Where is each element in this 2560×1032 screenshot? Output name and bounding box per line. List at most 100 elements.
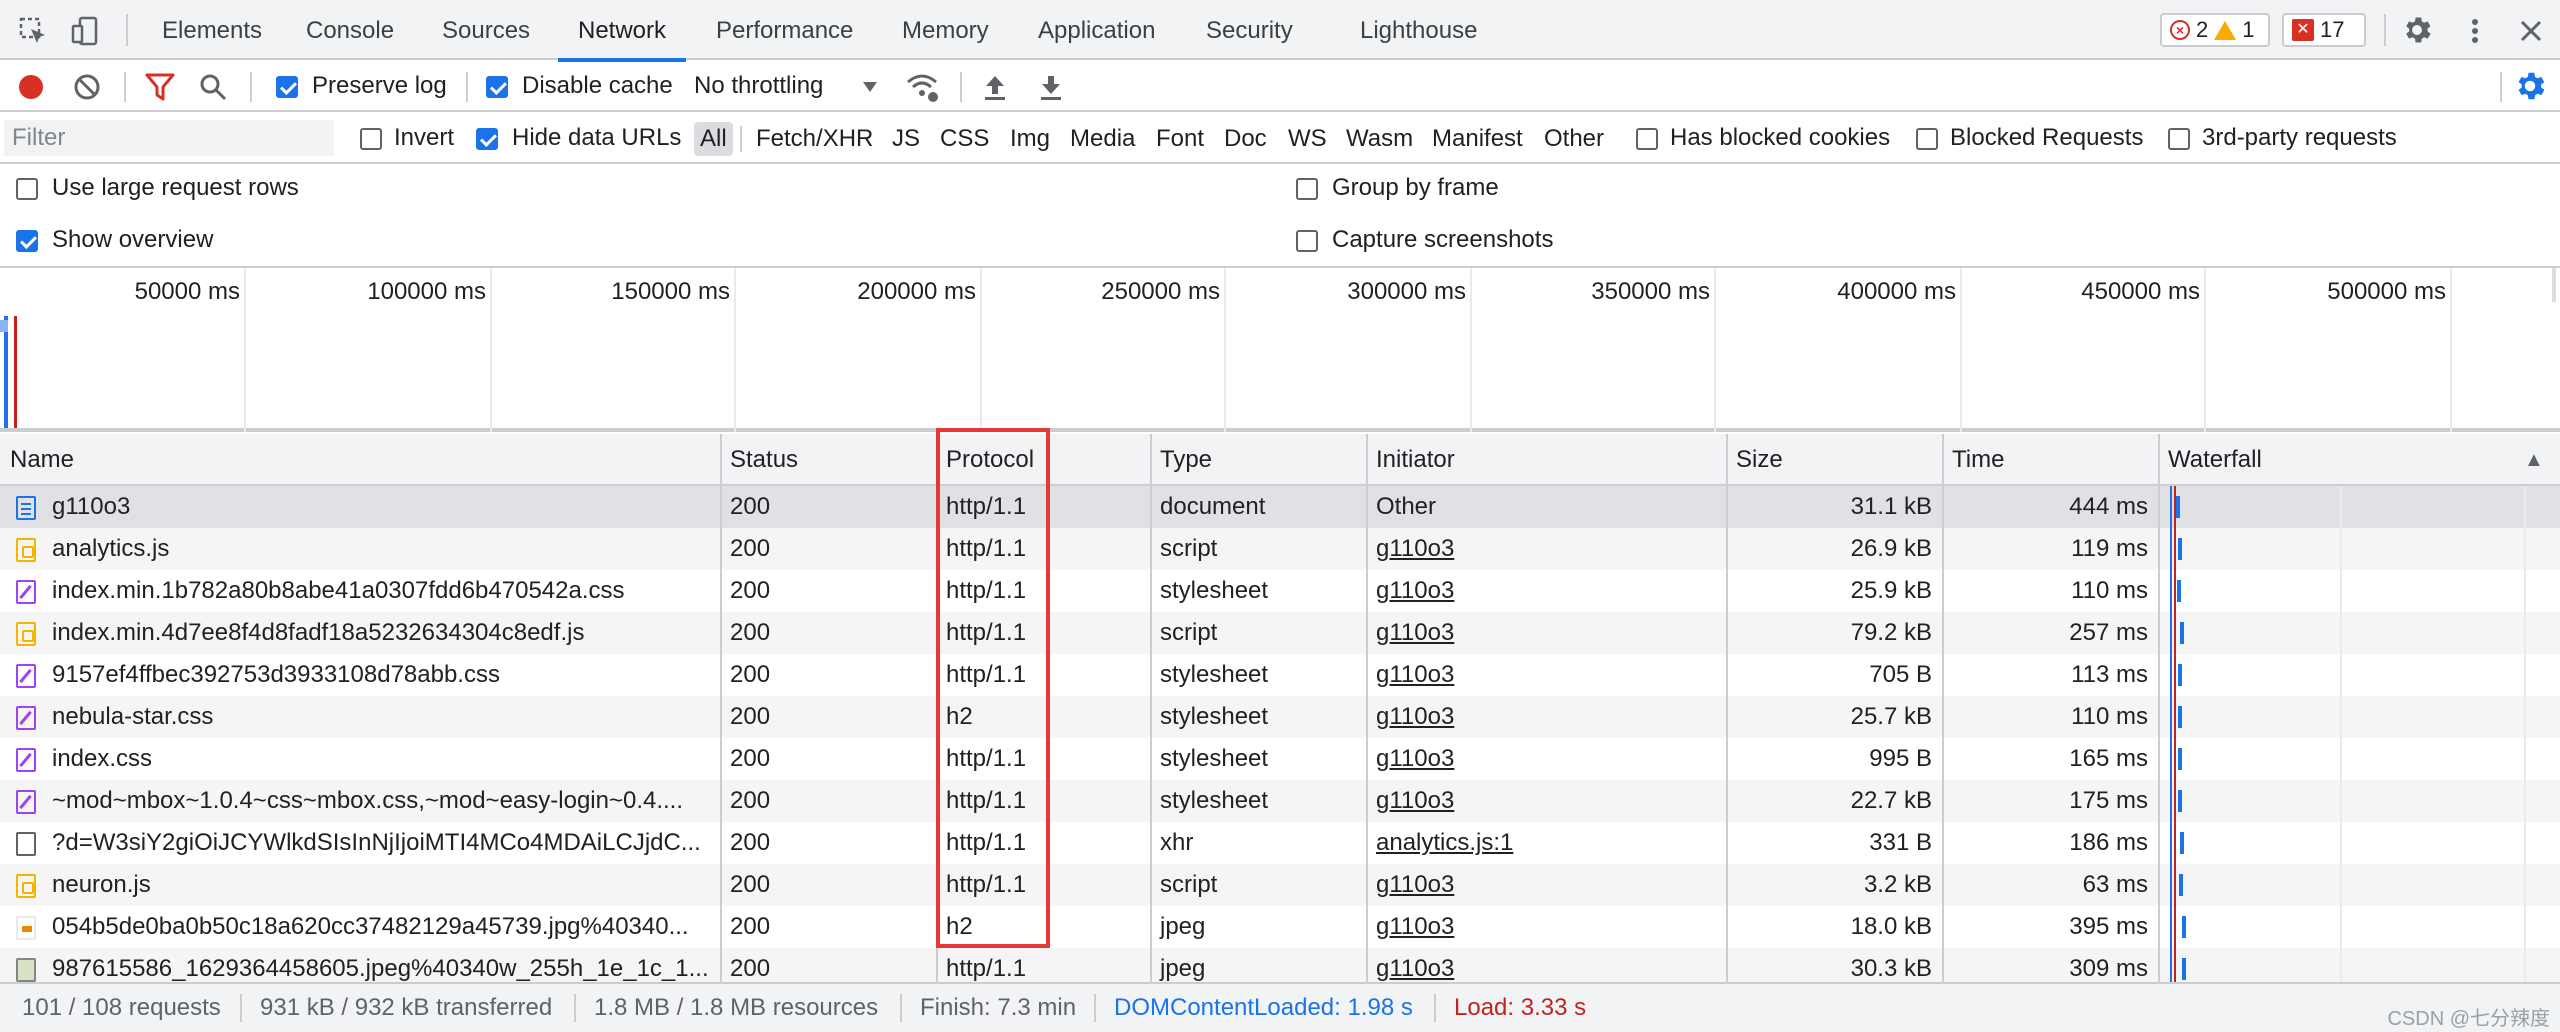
table-row[interactable]: g110o3 200 http/1.1 document Other 31.1 kB 444… <box>0 486 2560 528</box>
settings-gear-icon[interactable] <box>2400 13 2434 47</box>
inspect-element-icon[interactable] <box>18 16 48 46</box>
request-initiator[interactable]: g110o3 <box>1366 570 1726 612</box>
request-initiator[interactable]: g110o3 <box>1366 864 1726 906</box>
table-row[interactable]: neuron.js 200 http/1.1 script g110o3 3.2 kB 63… <box>0 864 2560 906</box>
table-row[interactable]: 054b5de0ba0b50c18a620cc37482129a45739.jp… <box>0 906 2560 948</box>
request-initiator[interactable]: g110o3 <box>1366 528 1726 570</box>
table-row[interactable]: ?d=W3siY2giOiJCYWlkdSIsInNjIjoiMTI4MCo4M… <box>0 822 2560 864</box>
tab-lighthouse[interactable]: Lighthouse <box>1360 0 1477 60</box>
request-initiator[interactable]: g110o3 <box>1366 612 1726 654</box>
device-toolbar-icon[interactable] <box>70 16 100 46</box>
table-row[interactable]: 9157ef4ffbec392753d3933108d78abb.css 200 h… <box>0 654 2560 696</box>
type-filter-other[interactable]: Other <box>1544 122 1604 156</box>
type-filter-ws[interactable]: WS <box>1288 122 1327 156</box>
table-row[interactable]: index.min.1b782a80b8abe41a0307fdd6b47054… <box>0 570 2560 612</box>
request-initiator[interactable]: g110o3 <box>1366 696 1726 738</box>
column-divider[interactable] <box>1366 434 1368 984</box>
column-divider[interactable] <box>1942 434 1944 984</box>
tab-sources[interactable]: Sources <box>442 0 530 60</box>
capture-screenshots-checkbox[interactable] <box>1296 230 1318 252</box>
column-header-protocol[interactable]: Protocol <box>936 434 1150 486</box>
throttling-select[interactable]: No throttling <box>694 72 823 100</box>
large-rows-checkbox[interactable] <box>16 178 38 200</box>
sort-ascending-icon[interactable]: ▲ <box>2514 434 2554 486</box>
tab-security[interactable]: Security <box>1206 0 1293 60</box>
column-divider[interactable] <box>720 434 722 984</box>
group-by-frame-checkbox[interactable] <box>1296 178 1318 200</box>
tab-application[interactable]: Application <box>1038 0 1155 60</box>
tab-memory[interactable]: Memory <box>902 0 989 60</box>
request-protocol: http/1.1 <box>946 619 1027 646</box>
issues-badge[interactable]: ✕ 17 <box>2282 13 2366 47</box>
type-filter-font[interactable]: Font <box>1156 122 1204 156</box>
table-row[interactable]: index.css 200 http/1.1 stylesheet g110o3 995 … <box>0 738 2560 780</box>
large-rows-label: Use large request rows <box>52 174 299 201</box>
more-options-icon[interactable] <box>2460 16 2490 46</box>
filter-input[interactable] <box>4 120 334 156</box>
table-row[interactable]: nebula-star.css 200 h2 stylesheet g110o3 25.7… <box>0 696 2560 738</box>
column-header-time[interactable]: Time <box>1942 434 2158 486</box>
chevron-down-icon[interactable] <box>860 78 880 96</box>
network-overview[interactable]: 50000 ms 100000 ms 150000 ms 200000 ms 2… <box>0 268 2560 432</box>
request-initiator[interactable]: analytics.js:1 <box>1366 822 1726 864</box>
overview-scroll-handle[interactable] <box>2552 268 2556 302</box>
type-filter-doc[interactable]: Doc <box>1224 122 1267 156</box>
request-protocol: http/1.1 <box>946 493 1027 520</box>
tab-performance[interactable]: Performance <box>716 0 853 60</box>
table-row[interactable]: 987615586_1629364458605.jpeg%40340w_255h… <box>0 948 2560 984</box>
table-row[interactable]: ~mod~mbox~1.0.4~css~mbox.css,~mod~easy-l… <box>0 780 2560 822</box>
record-icon[interactable] <box>16 72 46 102</box>
filter-funnel-icon[interactable] <box>144 72 176 102</box>
search-icon[interactable] <box>198 72 228 102</box>
type-filter-fetch-xhr[interactable]: Fetch/XHR <box>756 122 873 156</box>
column-divider[interactable] <box>1150 434 1152 984</box>
invert-checkbox[interactable] <box>360 128 382 150</box>
close-devtools-icon[interactable] <box>2516 16 2546 46</box>
show-overview-checkbox[interactable] <box>16 230 38 252</box>
waterfall-bar <box>2182 916 2186 938</box>
column-divider[interactable] <box>1726 434 1728 984</box>
request-initiator[interactable]: g110o3 <box>1366 654 1726 696</box>
third-party-checkbox[interactable] <box>2168 128 2190 150</box>
request-initiator[interactable]: g110o3 <box>1366 780 1726 822</box>
preserve-log-checkbox[interactable] <box>276 76 298 98</box>
request-initiator[interactable]: g110o3 <box>1366 906 1726 948</box>
table-row[interactable]: index.min.4d7ee8f4d8fadf18a5232634304c8e… <box>0 612 2560 654</box>
column-divider[interactable] <box>936 434 938 984</box>
tab-network[interactable]: Network <box>557 0 687 62</box>
request-initiator[interactable]: g110o3 <box>1366 738 1726 780</box>
column-header-status[interactable]: Status <box>720 434 936 486</box>
hide-data-urls-checkbox[interactable] <box>476 128 498 150</box>
has-blocked-cookies-checkbox[interactable] <box>1636 128 1658 150</box>
type-filter-all[interactable]: All <box>694 122 733 156</box>
table-row[interactable]: analytics.js 200 http/1.1 script g110o3 26.9 … <box>0 528 2560 570</box>
clear-icon[interactable] <box>72 72 102 102</box>
type-filter-manifest[interactable]: Manifest <box>1432 122 1523 156</box>
request-size: 995 B <box>1869 745 1932 772</box>
import-har-icon[interactable] <box>980 72 1010 102</box>
column-header-waterfall[interactable]: Waterfall <box>2158 434 2518 486</box>
type-filter-js[interactable]: JS <box>892 122 920 156</box>
tab-elements[interactable]: Elements <box>162 0 262 60</box>
disable-cache-checkbox[interactable] <box>486 76 508 98</box>
column-header-size[interactable]: Size <box>1726 434 1942 486</box>
column-header-initiator[interactable]: Initiator <box>1366 434 1726 486</box>
type-filter-css[interactable]: CSS <box>940 122 989 156</box>
error-count: 2 <box>2196 17 2209 42</box>
type-filter-img[interactable]: Img <box>1010 122 1050 156</box>
blocked-requests-checkbox[interactable] <box>1916 128 1938 150</box>
request-size: 26.9 kB <box>1850 535 1932 562</box>
tab-console[interactable]: Console <box>306 0 394 60</box>
export-har-icon[interactable] <box>1036 72 1066 102</box>
network-settings-gear-icon[interactable] <box>2512 68 2548 104</box>
request-name: ?d=W3siY2giOiJCYWlkdSIsInNjIjoiMTI4MCo4M… <box>52 829 701 856</box>
column-header-type[interactable]: Type <box>1150 434 1366 486</box>
type-filter-media[interactable]: Media <box>1070 122 1135 156</box>
request-initiator[interactable]: g110o3 <box>1366 948 1726 984</box>
network-conditions-icon[interactable] <box>904 70 940 104</box>
type-filter-wasm[interactable]: Wasm <box>1346 122 1413 156</box>
column-header-name[interactable]: Name <box>0 434 720 486</box>
console-counts-badge[interactable]: × 2 1 <box>2160 13 2270 47</box>
column-divider[interactable] <box>2158 434 2160 984</box>
request-name: analytics.js <box>52 535 170 562</box>
